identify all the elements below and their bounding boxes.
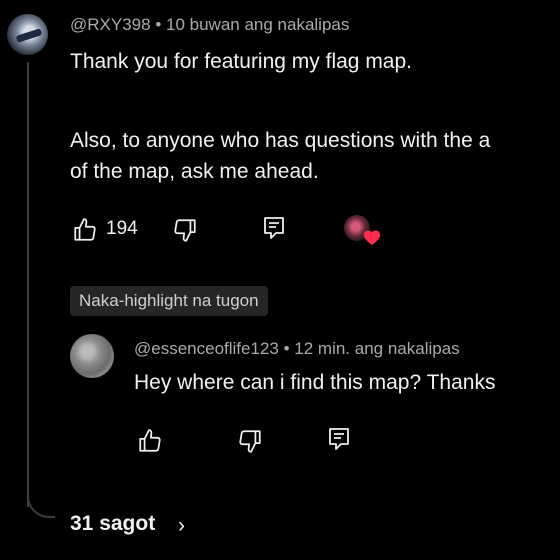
thread-line: [27, 62, 29, 507]
comment-meta: @RXY398 • 10 buwan ang nakalipas: [70, 15, 349, 35]
dislike-button[interactable]: [172, 217, 198, 243]
avatar[interactable]: [7, 14, 48, 55]
thumbs-up-icon: [74, 218, 96, 241]
thread-curve: [27, 490, 55, 518]
highlighted-reply-badge: Naka-highlight na tugon: [70, 286, 268, 316]
thumbs-down-icon: [174, 219, 196, 242]
reply-meta: @essenceoflife123 • 12 min. ang nakalipa…: [134, 339, 460, 359]
reply-like-button[interactable]: [137, 428, 163, 454]
reply-avatar[interactable]: [70, 334, 114, 378]
chevron-right-icon[interactable]: ›: [178, 514, 185, 538]
reply-reply-button[interactable]: [327, 426, 351, 452]
comment-time[interactable]: 10 buwan ang nakalipas: [166, 15, 349, 34]
reply-icon: [329, 428, 349, 450]
meta-separator: •: [283, 339, 290, 358]
reply-time[interactable]: 12 min. ang nakalipas: [294, 339, 459, 358]
meta-separator: •: [155, 15, 162, 34]
reply-icon: [264, 217, 284, 239]
view-replies-link[interactable]: 31 sagot: [70, 512, 155, 536]
reply-dislike-button[interactable]: [237, 428, 263, 454]
comment-text-line: Thank you for featuring my flag map.: [70, 50, 412, 73]
reply-button[interactable]: [262, 215, 286, 241]
reply-text: Hey where can i find this map? Thanks: [134, 371, 496, 394]
thumbs-down-icon: [239, 430, 261, 453]
comment-text-line: of the map, ask me ahead.: [70, 160, 319, 183]
thumbs-up-icon: [139, 429, 161, 452]
like-button[interactable]: [72, 217, 98, 243]
creator-heart-icon: [362, 228, 382, 246]
comment-author[interactable]: @RXY398: [70, 15, 151, 34]
comment-text-line: Also, to anyone who has questions with t…: [70, 129, 491, 152]
reply-author[interactable]: @essenceoflife123: [134, 339, 279, 358]
like-count: 194: [106, 218, 138, 239]
